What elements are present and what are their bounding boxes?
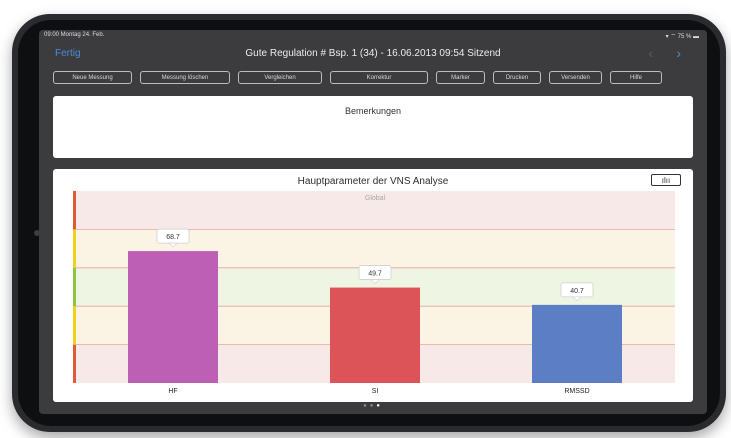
- value-label: 49.7: [368, 271, 382, 278]
- remarks-title: Bemerkungen: [344, 106, 402, 116]
- page-dot: ●: [363, 403, 370, 409]
- chart-title: Hauptparameter der VNS Analyse: [297, 176, 449, 187]
- delete-measurement-button[interactable]: Messung löschen: [140, 71, 230, 84]
- category-label: HF: [168, 388, 177, 395]
- correction-button[interactable]: Korrektur: [330, 71, 428, 84]
- navigation-bar: Fertig Gute Regulation # Bsp. 1 (34) - 1…: [39, 42, 707, 66]
- value-label: 40.7: [570, 288, 584, 295]
- zone-scale-segment: [73, 229, 76, 268]
- action-toolbar: Neue Messung Messung löschen Vergleichen…: [53, 71, 693, 84]
- bar-hf: [128, 251, 218, 383]
- chevron-left-icon[interactable]: ‹: [648, 45, 653, 61]
- status-indicators: ▾ ⌔ 75 % ▬: [665, 34, 699, 40]
- send-button[interactable]: Versenden: [549, 71, 602, 84]
- category-label: RMSSD: [564, 388, 589, 395]
- remarks-card[interactable]: Bemerkungen: [53, 96, 693, 158]
- zone-scale-segment: [73, 344, 76, 383]
- chart-subtitle: Global: [365, 195, 386, 202]
- category-label: SI: [372, 388, 379, 395]
- app-screen: 09:00 Montag 24. Feb. ▾ ⌔ 75 % ▬ Fertig …: [39, 30, 707, 414]
- bar-si: [330, 287, 420, 383]
- zone-scale-segment: [73, 267, 76, 307]
- print-button[interactable]: Drucken: [493, 71, 541, 84]
- zone-scale-segment: [73, 306, 76, 345]
- marker-button[interactable]: Marker: [436, 71, 485, 84]
- chevron-right-icon[interactable]: ›: [676, 45, 681, 61]
- chart-card: Global 68.7 HF 49.7 SI 40.7 RMSSD Hauptparamet…: [53, 169, 693, 402]
- page-title: Gute Regulation # Bsp. 1 (34) - 16.06.20…: [245, 48, 501, 59]
- status-time: 09:00 Montag 24. Feb.: [44, 32, 105, 38]
- compare-button[interactable]: Vergleichen: [238, 71, 322, 84]
- bar-chart-icon[interactable]: ılıı: [651, 174, 681, 186]
- page-dot-active: ●: [376, 403, 383, 409]
- value-label: 68.7: [166, 234, 180, 241]
- help-button[interactable]: Hilfe: [610, 71, 662, 84]
- bar-rmssd: [532, 304, 622, 383]
- page-indicator[interactable]: ●●●: [39, 403, 707, 409]
- vns-chart: Global 68.7 HF 49.7 SI 40.7 RMSSD: [73, 191, 675, 395]
- status-bar: 09:00 Montag 24. Feb. ▾ ⌔ 75 % ▬: [39, 30, 707, 42]
- new-measurement-button[interactable]: Neue Messung: [53, 71, 132, 84]
- zone-scale-segment: [73, 191, 76, 230]
